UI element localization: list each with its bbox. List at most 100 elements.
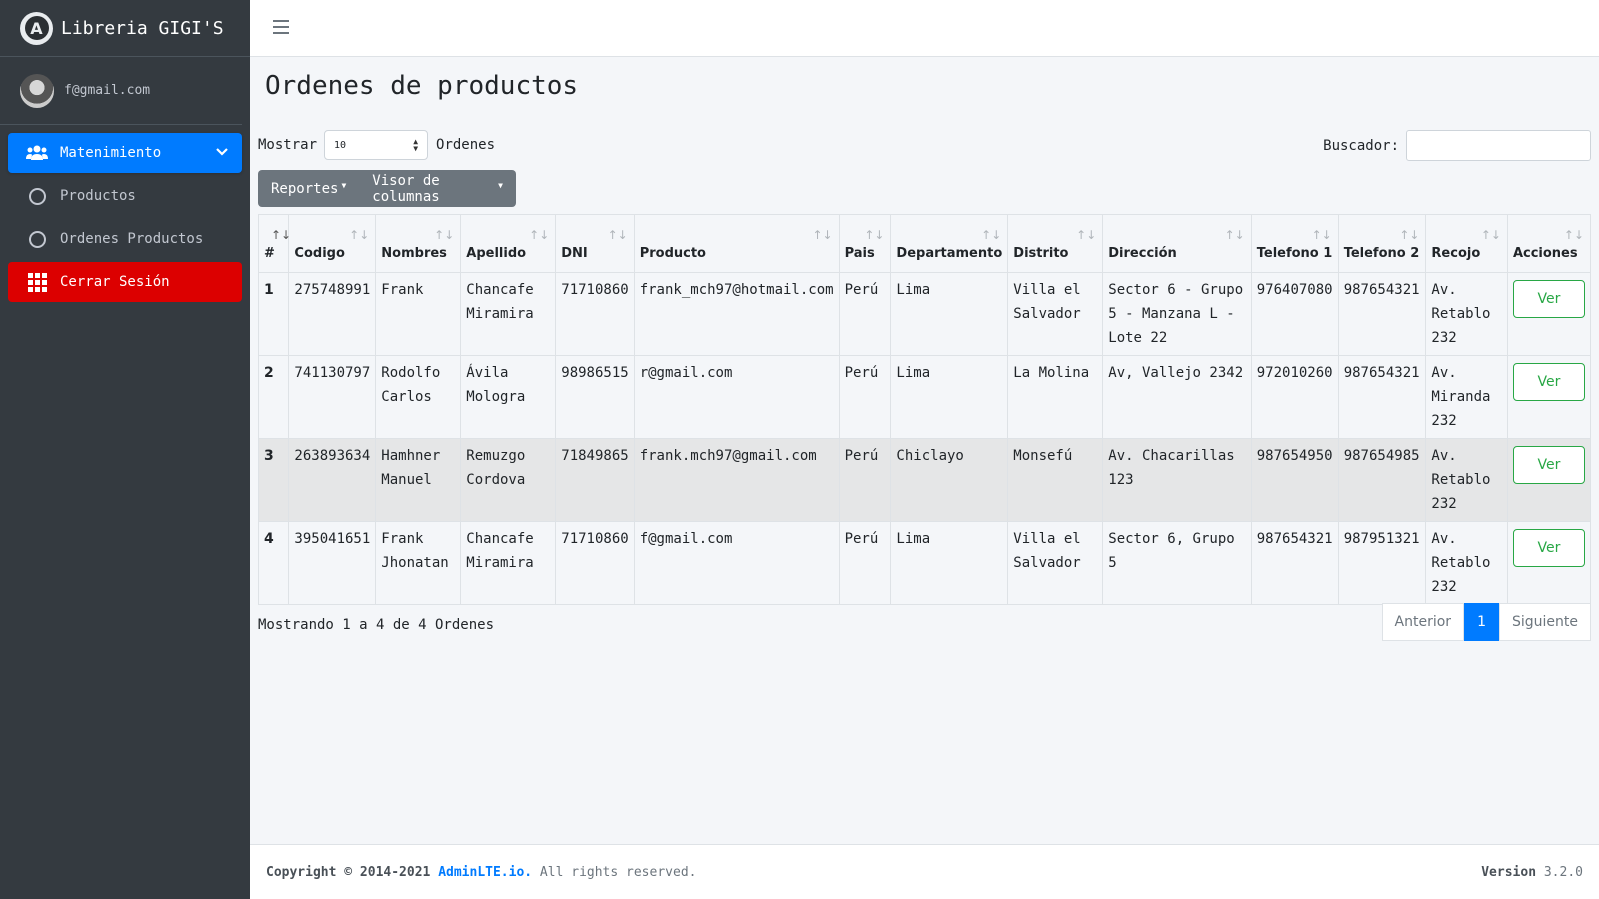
table-cell: Ver	[1506, 521, 1592, 605]
view-button[interactable]: Ver	[1512, 280, 1585, 318]
table-cell: Lima	[890, 355, 1009, 439]
brand-logo-letter: A	[24, 16, 49, 40]
column-header[interactable]: ↑↓ Recojo	[1425, 214, 1508, 273]
table-cell: f@gmail.com	[633, 521, 840, 605]
view-button[interactable]: Ver	[1512, 529, 1585, 567]
table-row[interactable]: 4 395041651 Frank Jhonatan Chancafe Miramir…	[257, 521, 1592, 605]
view-button[interactable]: Ver	[1512, 446, 1585, 484]
version-info: Version 3.2.0	[1481, 865, 1583, 880]
table-cell: Remuzgo Cordova	[460, 438, 557, 522]
table-cell: Av. Retablo 232	[1425, 272, 1508, 356]
pagination-next[interactable]: Siguiente	[1498, 603, 1591, 641]
table-cell: Rodolfo Carlos	[375, 355, 462, 439]
column-header[interactable]: ↑↓ Producto	[633, 214, 840, 273]
pagination-page-1[interactable]: 1	[1464, 603, 1499, 641]
table-cell: Villa el Salvador	[1007, 272, 1104, 356]
column-header[interactable]: ↑↓ Telefono 2	[1337, 214, 1427, 273]
column-header[interactable]: ↑↓ Codigo	[288, 214, 377, 273]
table-cell: La Molina	[1007, 355, 1104, 439]
content-wrapper: Ordenes de productos Mostrar 10 ▲ ▼ Orden…	[250, 57, 1599, 844]
brand-logo-icon: A	[20, 11, 53, 45]
table-cell: 741130797	[288, 355, 377, 439]
page-title: Ordenes de productos	[265, 71, 579, 101]
main-footer: Copyright © 2014-2021 AdminLTE.io. All r…	[250, 844, 1599, 899]
sidebar-item-productos[interactable]: Productos	[8, 176, 242, 216]
table-cell: Perú	[838, 355, 892, 439]
table-cell: Frank	[375, 272, 462, 356]
search-label: Buscador:	[1323, 137, 1399, 154]
orders-table: ↑↓ # ↑↓ Codigo ↑↓ Nombres ↑↓ Apellido ↑↓ DNI ↑↓ Pro…	[257, 214, 1592, 605]
column-header[interactable]: ↑↓ #	[257, 214, 291, 273]
table-cell: 71710860	[555, 521, 635, 605]
sort-icon: ↑↓	[1224, 228, 1245, 242]
sidebar-item-cerrar-sesion[interactable]: Cerrar Sesión	[8, 262, 242, 302]
table-cell: Av. Retablo 232	[1425, 438, 1508, 522]
table-cell: Lima	[890, 521, 1009, 605]
column-header[interactable]: ↑↓ Dirección	[1102, 214, 1252, 273]
sidebar-item-label: Ordenes Productos	[60, 231, 204, 247]
table-cell: r@gmail.com	[633, 355, 840, 439]
pagination-previous[interactable]: Anterior	[1381, 603, 1465, 641]
copyright-text: Copyright © 2014-2021	[266, 864, 439, 880]
column-header[interactable]: ↑↓ Pais	[838, 214, 892, 273]
column-header-label: Nombres	[381, 246, 447, 261]
table-cell: Perú	[838, 438, 892, 522]
column-header[interactable]: ↑↓ Nombres	[375, 214, 462, 273]
table-cell: Chiclayo	[890, 438, 1009, 522]
column-header[interactable]: ↑↓ Apellido	[460, 214, 557, 273]
column-header[interactable]: ↑↓ Telefono 1	[1250, 214, 1339, 273]
sort-icon: ↑↓	[434, 228, 455, 242]
sidebar-item-ordenes-productos[interactable]: Ordenes Productos	[8, 219, 242, 259]
table-row[interactable]: 1 275748991 Frank Chancafe Miramira 71710860…	[257, 272, 1592, 356]
main-sidebar: A Libreria GIGI'S f@gmail.com Matenimien…	[0, 0, 250, 899]
pagination: Anterior 1 Siguiente	[1381, 603, 1591, 641]
table-cell: Ver	[1506, 438, 1592, 522]
column-header[interactable]: ↑↓ DNI	[555, 214, 635, 273]
table-header-row: ↑↓ # ↑↓ Codigo ↑↓ Nombres ↑↓ Apellido ↑↓ DNI ↑↓ Pro…	[257, 214, 1592, 273]
column-header-label: Apellido	[466, 246, 527, 261]
export-button-group: Reportes ▼ Visor de columnas ▼	[258, 170, 516, 207]
select-arrows-icon: ▲ ▼	[413, 137, 419, 153]
column-header[interactable]: ↑↓ Distrito	[1007, 214, 1104, 273]
table-cell: Av. Retablo 232	[1425, 521, 1508, 605]
version-label: Version	[1481, 864, 1537, 880]
table-cell: 3	[257, 438, 290, 522]
sort-icon: ↑↓	[981, 228, 1002, 242]
rights-text: All rights reserved.	[532, 864, 697, 880]
table-cell: Chancafe Miramira	[460, 521, 557, 605]
menu-toggle-icon[interactable]	[273, 20, 289, 34]
column-visibility-button[interactable]: Visor de columnas ▼	[359, 173, 516, 205]
table-row[interactable]: 2 741130797 Rodolfo Carlos Ávila Mologra 989…	[257, 355, 1592, 439]
brand-name: Libreria GIGI'S	[61, 17, 224, 39]
table-row[interactable]: 3 263893634 Hamhner Manuel Remuzgo Cordova 7…	[257, 438, 1592, 522]
table-cell: Frank Jhonatan	[375, 521, 462, 605]
column-header-label: Distrito	[1013, 246, 1069, 261]
show-label: Mostrar	[258, 137, 318, 153]
brand-link[interactable]: A Libreria GIGI'S	[0, 0, 250, 57]
column-header-label: Producto	[639, 246, 706, 261]
table-cell: 4	[257, 521, 290, 605]
column-header[interactable]: ↑↓ Departamento	[890, 214, 1009, 273]
table-cell: Ver	[1506, 355, 1592, 439]
user-email[interactable]: f@gmail.com	[64, 83, 150, 98]
table-cell: frank_mch97@hotmail.com	[633, 272, 840, 356]
table-cell: frank.mch97@gmail.com	[633, 438, 840, 522]
circle-icon	[26, 187, 48, 205]
view-button[interactable]: Ver	[1512, 363, 1585, 401]
length-select[interactable]: 10 ▲ ▼	[324, 130, 429, 160]
user-panel: f@gmail.com	[0, 57, 242, 125]
table-cell: 98986515	[555, 355, 635, 439]
table-info: Mostrando 1 a 4 de 4 Ordenes	[258, 617, 495, 633]
adminlte-link[interactable]: AdminLTE.io.	[438, 865, 532, 880]
table-cell: Sector 6, Grupo 5	[1102, 521, 1252, 605]
column-header-label: Pais	[844, 246, 875, 261]
sort-icon: ↑↓	[349, 228, 370, 242]
table-cell: Lima	[890, 272, 1009, 356]
column-header-label: Telefono 2	[1343, 246, 1420, 261]
avatar[interactable]	[20, 73, 54, 108]
search-input[interactable]	[1406, 130, 1591, 161]
sort-icon: ↑↓	[864, 228, 885, 242]
reports-button[interactable]: Reportes ▼	[258, 181, 359, 197]
sidebar-item-matenimiento[interactable]: Matenimiento	[8, 133, 242, 173]
column-header[interactable]: ↑↓ Acciones	[1506, 214, 1592, 273]
